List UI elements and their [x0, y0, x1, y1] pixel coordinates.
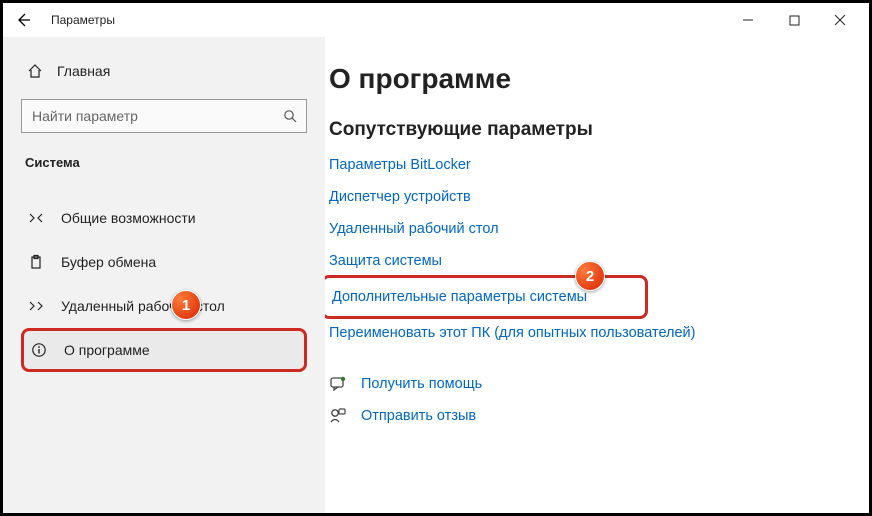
nav-list: Общие возможности Буфер обмена Удаленный…: [21, 196, 307, 372]
info-icon: [30, 342, 48, 358]
nav-shared-experiences[interactable]: Общие возможности: [21, 196, 307, 240]
link-rename-pc[interactable]: Переименовать этот ПК (для опытных польз…: [329, 325, 869, 341]
search-placeholder: Найти параметр: [32, 108, 283, 124]
home-icon: [27, 63, 43, 79]
home-link[interactable]: Главная: [21, 51, 307, 91]
shared-icon: [27, 210, 45, 226]
nav-about[interactable]: О программе: [21, 328, 307, 372]
related-links: Параметры BitLocker Диспетчер устройств …: [325, 157, 869, 341]
footer-links: Получить помощь Отправить отзыв: [325, 375, 869, 425]
help-icon: [329, 375, 347, 393]
annotation-badge-2: 2: [575, 261, 605, 291]
window-title: Параметры: [51, 13, 115, 27]
sidebar: Главная Найти параметр Система Общие воз…: [3, 37, 325, 513]
titlebar: Параметры: [3, 3, 869, 37]
search-input[interactable]: Найти параметр: [21, 99, 307, 133]
link-advanced-system-settings[interactable]: Дополнительные параметры системы: [332, 289, 587, 305]
annotation-badge-1: 1: [171, 290, 201, 320]
help-label: Получить помощь: [361, 376, 482, 392]
nav-label: Буфер обмена: [61, 254, 156, 270]
nav-label: Общие возможности: [61, 210, 196, 226]
clipboard-icon: [27, 254, 45, 270]
nav-clipboard[interactable]: Буфер обмена: [21, 240, 307, 284]
minimize-button[interactable]: [725, 5, 771, 35]
home-label: Главная: [57, 63, 110, 79]
remote-icon: [27, 298, 45, 314]
maximize-button[interactable]: [771, 5, 817, 35]
related-heading: Сопутствующие параметры: [325, 119, 869, 141]
settings-window: Параметры Главная Найти параметр: [3, 3, 869, 513]
link-remote-desktop[interactable]: Удаленный рабочий стол: [329, 221, 869, 237]
nav-remote-desktop[interactable]: Удаленный рабочий стол 1: [21, 284, 307, 328]
main-content: О программе Сопутствующие параметры Пара…: [325, 37, 869, 513]
back-button[interactable]: [15, 12, 37, 28]
section-system: Система: [21, 155, 307, 170]
get-help-link[interactable]: Получить помощь: [329, 375, 869, 393]
search-icon: [283, 109, 298, 124]
feedback-label: Отправить отзыв: [361, 408, 476, 424]
link-bitlocker[interactable]: Параметры BitLocker: [329, 157, 869, 173]
feedback-link[interactable]: Отправить отзыв: [329, 407, 869, 425]
nav-label: О программе: [64, 342, 150, 358]
feedback-icon: [329, 407, 347, 425]
close-button[interactable]: [817, 5, 863, 35]
page-title: О программе: [325, 63, 869, 95]
link-device-manager[interactable]: Диспетчер устройств: [329, 189, 869, 205]
